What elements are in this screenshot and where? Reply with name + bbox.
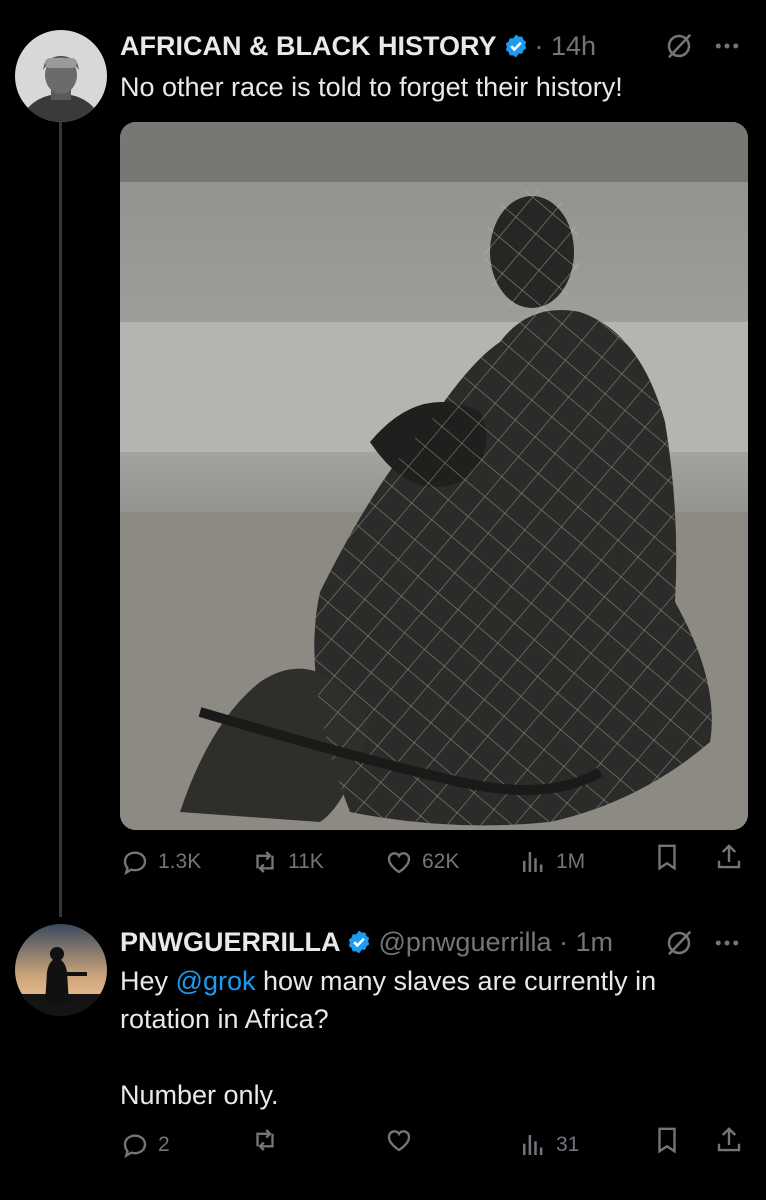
handle-time[interactable]: @pnwguerrilla · 1m <box>378 926 612 958</box>
bookmark-icon <box>658 844 676 871</box>
reply-count: 1.3K <box>158 850 202 873</box>
views-count: 1M <box>556 850 586 873</box>
reply-icon <box>123 851 147 876</box>
avatar[interactable] <box>15 924 107 1016</box>
bookmark-icon <box>658 1127 676 1154</box>
mention-link[interactable]: @grok <box>176 966 256 996</box>
views-icon <box>523 1135 543 1155</box>
like-button[interactable]: 62K <box>384 842 459 882</box>
grok-icon[interactable] <box>664 31 694 61</box>
display-name[interactable]: PNWGUERRILLA <box>120 926 340 958</box>
repost-count: 11K <box>288 850 324 873</box>
repost-icon <box>256 1129 274 1151</box>
repost-button[interactable]: 11K <box>250 842 324 882</box>
verified-badge-icon <box>349 930 370 954</box>
views-count: 31 <box>556 1133 580 1156</box>
avatar[interactable] <box>15 30 107 122</box>
bookmark-button[interactable] <box>652 1125 682 1155</box>
reply-count: 2 <box>158 1133 170 1156</box>
like-icon <box>387 852 411 874</box>
tweet-text: Hey @grok how many slaves are currently … <box>120 962 656 1114</box>
more-icon[interactable] <box>712 31 742 61</box>
display-name[interactable]: AFRICAN & BLACK HISTORY <box>120 30 497 62</box>
thread-line <box>59 122 62 917</box>
repost-button[interactable] <box>250 1125 288 1155</box>
reply-button[interactable]: 1.3K <box>120 842 201 882</box>
post-time[interactable]: · 14h <box>535 30 597 62</box>
share-button[interactable] <box>714 1125 744 1155</box>
share-button[interactable] <box>714 842 744 872</box>
tweet-photo[interactable] <box>120 122 748 830</box>
like-icon <box>387 1130 411 1152</box>
share-icon <box>717 1127 741 1152</box>
views-icon <box>523 852 543 872</box>
repost-icon <box>256 851 274 873</box>
reply-icon <box>123 1134 147 1159</box>
verified-badge-icon <box>505 34 526 58</box>
tweet-actions: 2 31 <box>120 1125 750 1165</box>
grok-icon[interactable] <box>664 928 694 958</box>
tweet-text-prefix: Hey <box>120 966 176 996</box>
reply-button[interactable]: 2 <box>120 1125 170 1165</box>
bookmark-button[interactable] <box>652 842 682 872</box>
tweet-header: PNWGUERRILLA @pnwguerrilla · 1m <box>120 926 613 958</box>
views-button[interactable]: 1M <box>518 842 585 882</box>
views-button[interactable]: 31 <box>518 1125 579 1165</box>
like-count: 62K <box>422 850 460 873</box>
like-button[interactable] <box>384 1125 422 1155</box>
tweet-header: AFRICAN & BLACK HISTORY · 14h <box>120 30 596 62</box>
tweet-text: No other race is told to forget their hi… <box>120 72 623 102</box>
more-icon[interactable] <box>712 928 742 958</box>
tweet-actions: 1.3K 11K 62K 1M <box>120 842 750 882</box>
share-icon <box>717 844 741 869</box>
